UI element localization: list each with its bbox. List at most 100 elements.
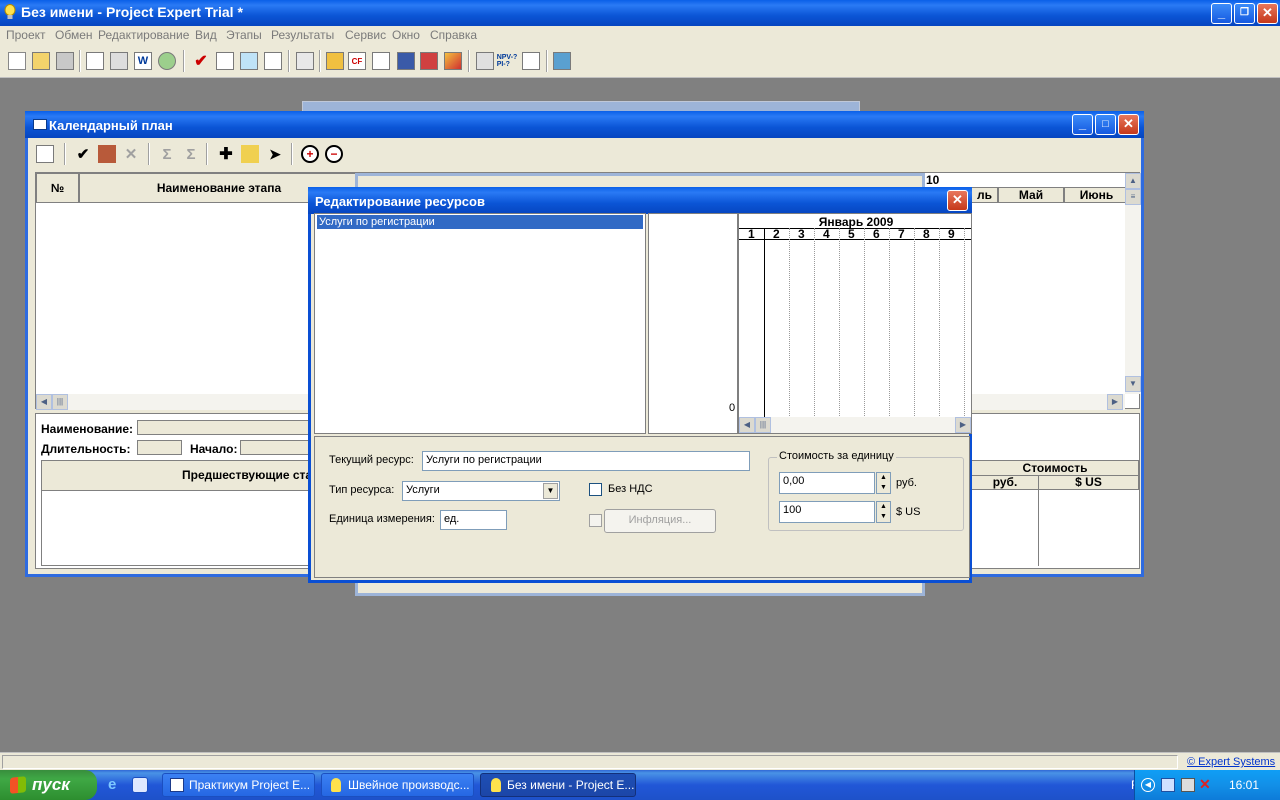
zoom-out-icon[interactable]: −	[325, 145, 343, 163]
menu-window[interactable]: Окно	[392, 28, 420, 42]
col-header-number[interactable]: №	[36, 173, 79, 203]
ie-quicklaunch-icon[interactable]: e	[108, 777, 124, 793]
open-folder-icon[interactable]	[32, 52, 50, 70]
cost-usd-field[interactable]: 100	[779, 501, 875, 523]
properties-icon[interactable]	[36, 145, 54, 163]
new-file-icon[interactable]	[8, 52, 26, 70]
chart-scroll-right-button[interactable]: ▶	[955, 417, 971, 433]
chart-scroll-thumb[interactable]: |||	[755, 417, 771, 433]
cost-rub-field[interactable]: 0,00	[779, 472, 875, 494]
network-disconnected-icon[interactable]: ✕	[1199, 776, 1215, 792]
print-preview-icon[interactable]	[86, 52, 104, 70]
horizontal-scrollbar-left[interactable]: ◀ |||	[36, 394, 316, 410]
start-button[interactable]: пуск	[0, 770, 97, 800]
scroll-left-button[interactable]: ◀	[36, 394, 52, 410]
chart-hscrollbar[interactable]: ◀ ||| ▶	[739, 417, 971, 433]
resource-type-select[interactable]: Услуги ▼	[402, 481, 560, 501]
factory-icon[interactable]	[98, 145, 116, 163]
zoom-in-icon[interactable]: +	[301, 145, 319, 163]
minimize-button[interactable]: _	[1211, 3, 1232, 24]
day-2: 2	[773, 227, 780, 241]
word-export-icon[interactable]: W	[134, 52, 152, 70]
menu-service[interactable]: Сервис	[345, 28, 386, 42]
network-tray-icon[interactable]	[1161, 778, 1175, 792]
calendar-plan-icon[interactable]	[326, 52, 344, 70]
clipboard-icon[interactable]	[264, 52, 282, 70]
stage-duration-field[interactable]	[137, 440, 182, 455]
scroll-h-thumb[interactable]: |||	[52, 394, 68, 410]
menu-project[interactable]: Проект	[6, 28, 46, 42]
chart-scroll-left-button[interactable]: ◀	[739, 417, 755, 433]
pointer-icon[interactable]: ➤	[266, 145, 284, 163]
current-resource-label: Текущий ресурс:	[329, 454, 414, 466]
scroll-thumb[interactable]: ≡	[1125, 189, 1141, 205]
inflation-checkbox[interactable]	[589, 514, 602, 527]
cost-rub-spinner[interactable]: ▲ ▼	[876, 472, 891, 494]
checklist-icon[interactable]	[216, 52, 234, 70]
vertical-scrollbar[interactable]: ▲ ≡ ▼	[1125, 173, 1141, 394]
menu-stages[interactable]: Этапы	[226, 28, 262, 42]
scroll-down-button[interactable]: ▼	[1125, 376, 1141, 392]
word-doc-icon	[170, 778, 184, 792]
restore-button[interactable]: ❐	[1234, 3, 1255, 24]
windows-logo-icon	[10, 776, 26, 794]
calendar-maximize-button[interactable]: □	[1095, 114, 1116, 135]
chart-icon[interactable]	[444, 52, 462, 70]
resource-dialog-title-bar[interactable]: Редактирование ресурсов ✕	[308, 187, 972, 214]
menu-exchange[interactable]: Обмен	[55, 28, 93, 42]
network-icon[interactable]	[240, 52, 258, 70]
menu-help[interactable]: Справка	[430, 28, 477, 42]
cost-usd-spinner[interactable]: ▲ ▼	[876, 501, 891, 523]
cashflow-icon[interactable]: CF	[348, 52, 366, 70]
edit-doc-icon[interactable]	[420, 52, 438, 70]
taskbar-item-practicum[interactable]: Практикум Project E...	[162, 773, 315, 797]
resource-list-item[interactable]: Услуги по регистрации	[317, 215, 643, 229]
resource-dialog-close-button[interactable]: ✕	[947, 190, 968, 211]
balance-icon[interactable]	[372, 52, 390, 70]
web-globe-icon[interactable]	[158, 52, 176, 70]
resource-list[interactable]: Услуги по регистрации	[314, 213, 646, 434]
list-icon[interactable]	[296, 52, 314, 70]
current-resource-field[interactable]: Услуги по регистрации	[422, 451, 750, 471]
scroll-up-button[interactable]: ▲	[1125, 173, 1141, 189]
scroll-right-button[interactable]: ▶	[1107, 394, 1123, 410]
predecessors-header: Предшествующие ста	[42, 461, 322, 491]
no-vat-checkbox[interactable]	[589, 483, 602, 496]
close-button[interactable]: ✕	[1257, 3, 1278, 24]
calendar-close-button[interactable]: ✕	[1118, 114, 1139, 135]
dropdown-arrow-icon[interactable]: ▼	[543, 483, 558, 499]
save-icon[interactable]	[56, 52, 74, 70]
menu-view[interactable]: Вид	[195, 28, 217, 42]
unit-field[interactable]: ед.	[440, 510, 507, 530]
tray-expand-icon[interactable]: ◀	[1141, 778, 1155, 792]
tree-icon[interactable]	[522, 52, 540, 70]
expert-systems-link[interactable]: © Expert Systems	[1187, 756, 1275, 768]
window-icon	[33, 119, 47, 130]
report-icon[interactable]	[397, 52, 415, 70]
stage-name-field[interactable]	[137, 420, 317, 435]
delete-icon[interactable]: ✕	[122, 145, 140, 163]
day-4: 4	[823, 227, 830, 241]
taskbar-item-project-expert[interactable]: Без имени - Project E...	[480, 773, 636, 797]
bar-chart-icon[interactable]	[476, 52, 494, 70]
menu-edit[interactable]: Редактирование	[98, 28, 189, 42]
apply-check-icon[interactable]: ✔	[74, 145, 92, 163]
checkmark-icon[interactable]: ✔	[192, 52, 210, 70]
chart-zero-label: 0	[729, 402, 736, 414]
desktop-quicklaunch-icon[interactable]	[132, 777, 148, 793]
clock[interactable]: 16:01	[1229, 778, 1259, 792]
taskbar-item-sewing[interactable]: Швейное производс...	[321, 773, 474, 797]
npv-pi-icon[interactable]: NPV-? PI-?	[497, 52, 518, 70]
hierarchy-icon[interactable]	[241, 145, 259, 163]
sum-down-icon[interactable]: Σ	[182, 145, 200, 163]
calendar-minimize-button[interactable]: _	[1072, 114, 1093, 135]
add-stage-icon[interactable]: ✚	[217, 145, 235, 163]
inflation-button[interactable]: Инфляция...	[604, 509, 716, 533]
app-title-bar[interactable]: Без имени - Project Expert Trial * _ ❐ ✕	[0, 0, 1280, 26]
calculator-icon[interactable]	[553, 52, 571, 70]
print-icon[interactable]	[110, 52, 128, 70]
sum-icon[interactable]: Σ	[158, 145, 176, 163]
menu-results[interactable]: Результаты	[271, 28, 334, 42]
calendar-plan-title-bar[interactable]: Календарный план _ □ ✕	[25, 111, 1144, 138]
volume-tray-icon[interactable]	[1181, 778, 1195, 792]
